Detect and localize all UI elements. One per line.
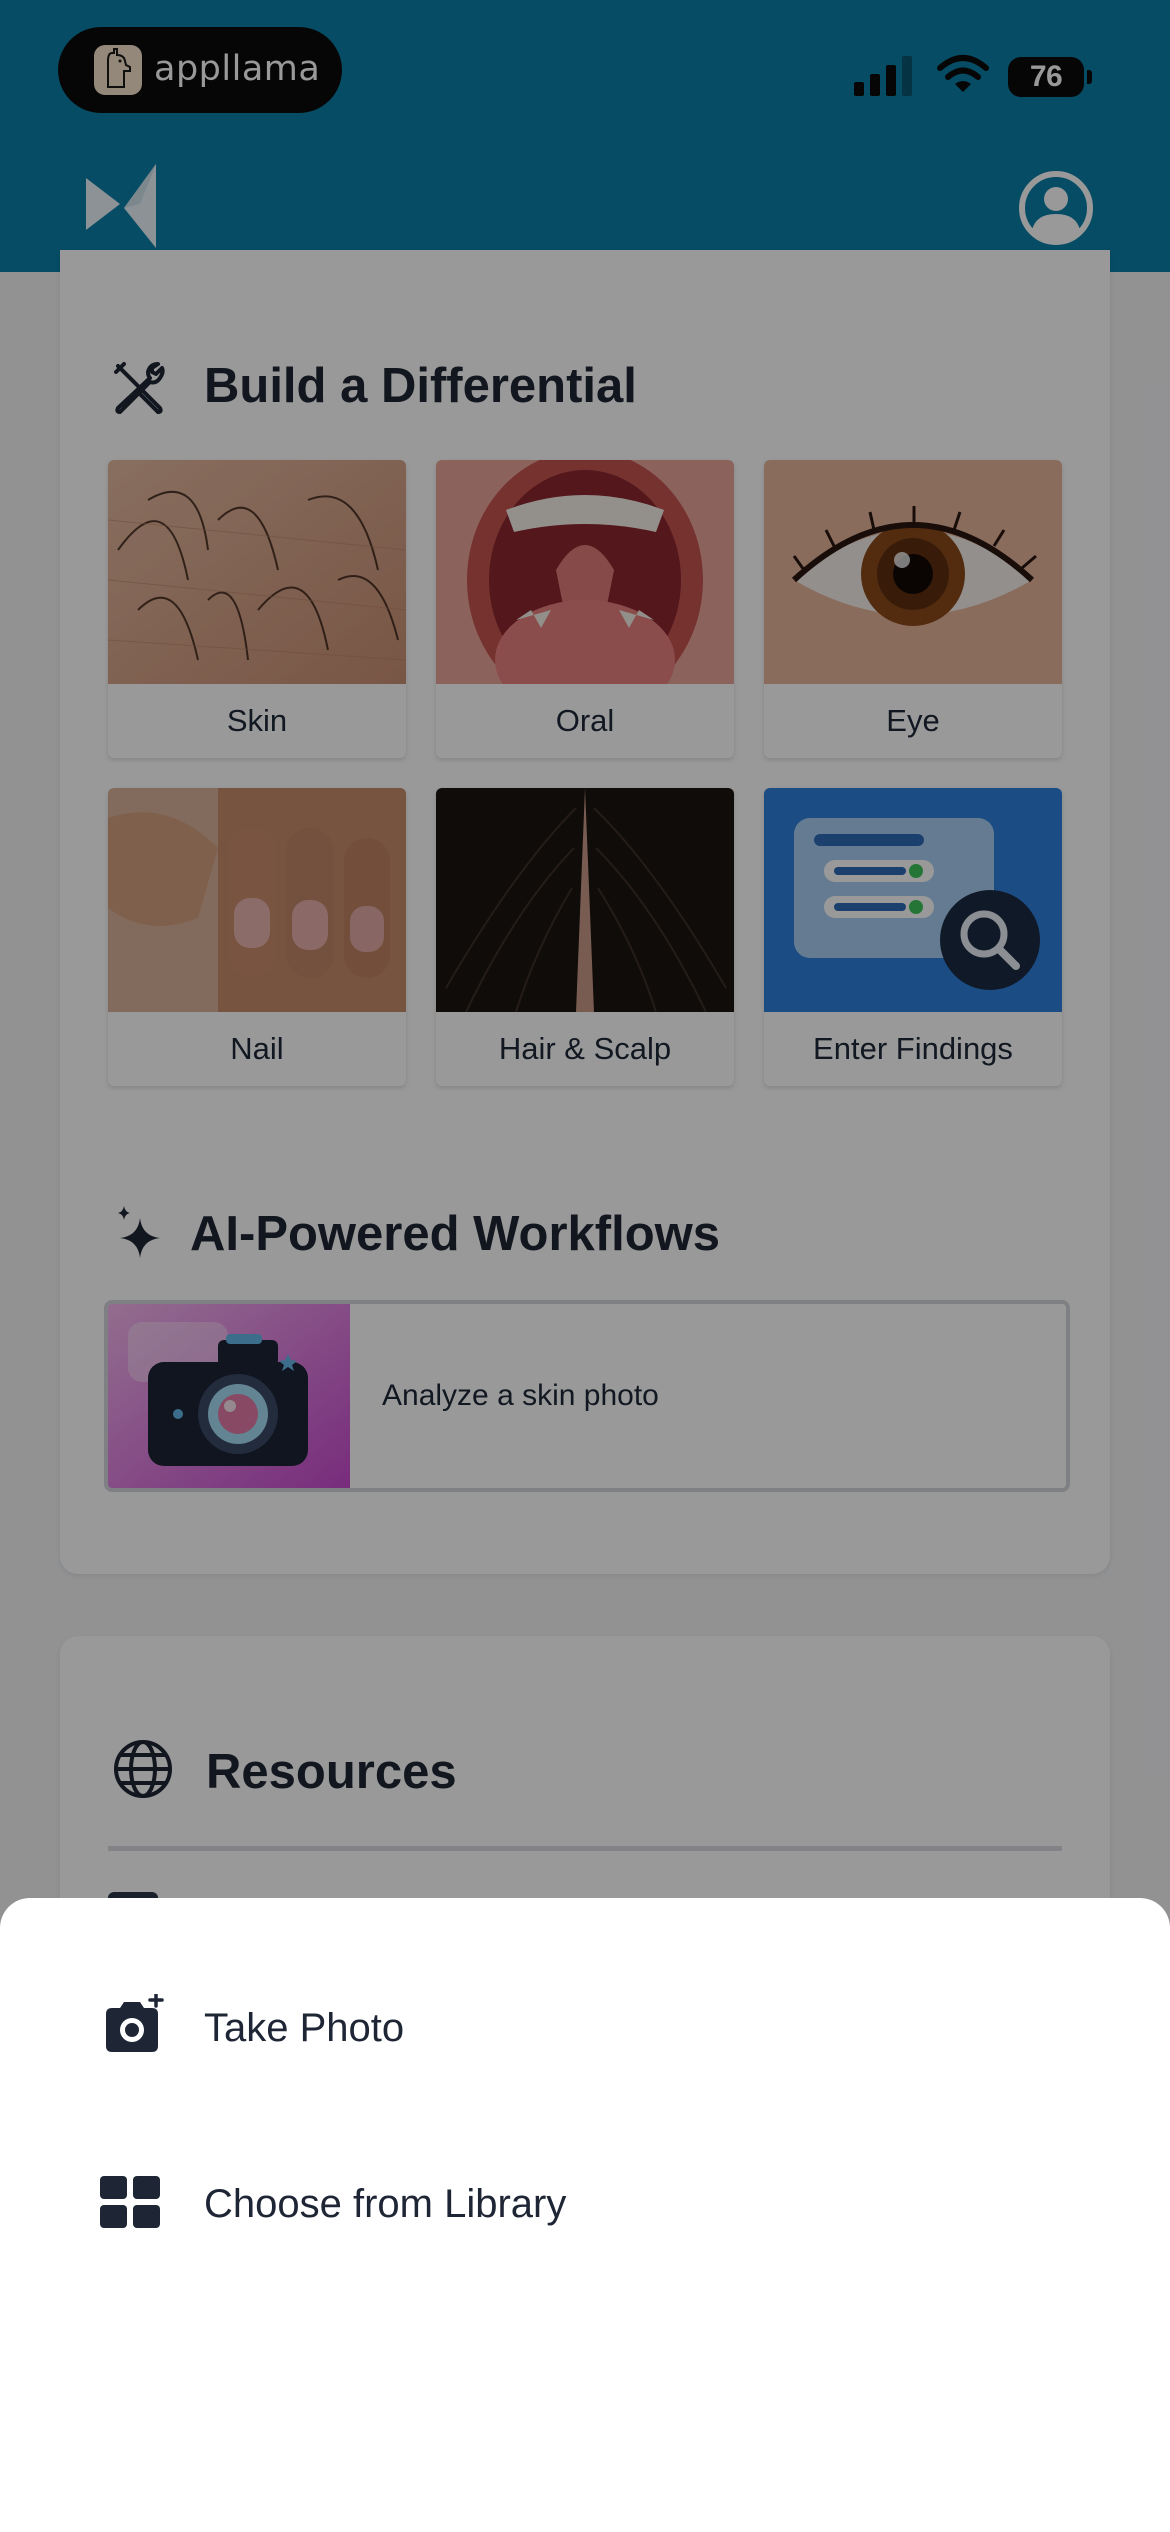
take-photo-label: Take Photo <box>204 2006 405 2050</box>
choose-from-library-label: Choose from Library <box>204 2182 567 2226</box>
take-photo-button[interactable]: Take Photo <box>0 1954 1170 2104</box>
photo-action-sheet: Take Photo Choose from Library <box>0 1898 1170 2532</box>
camera-plus-icon <box>106 1994 164 2052</box>
grid-icon <box>100 2176 160 2228</box>
choose-from-library-button[interactable]: Choose from Library <box>0 2134 1170 2284</box>
